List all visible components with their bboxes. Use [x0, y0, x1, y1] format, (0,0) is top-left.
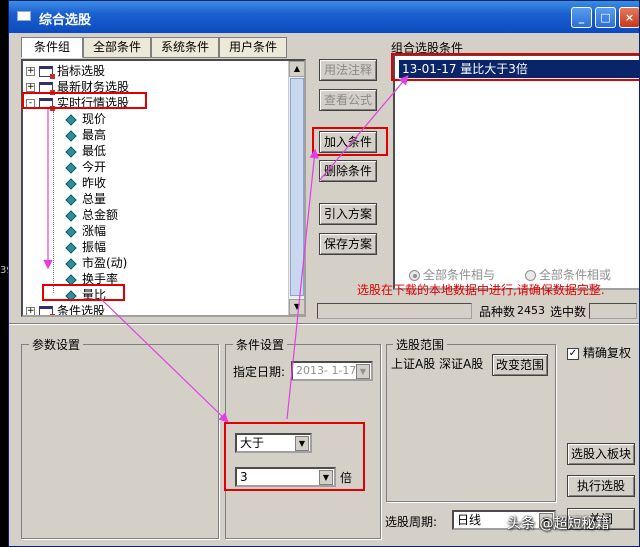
arrow-to-add — [286, 148, 320, 420]
arrow-to-settings — [100, 298, 229, 423]
annotation-arrows — [43, 75, 409, 423]
stock-screening-dialog: 综合选股 _ □ × 条件组 全部条件 系统条件 用户条件 + 指标选股 + 最新财… — [8, 0, 640, 547]
arrow-to-list — [318, 75, 409, 182]
